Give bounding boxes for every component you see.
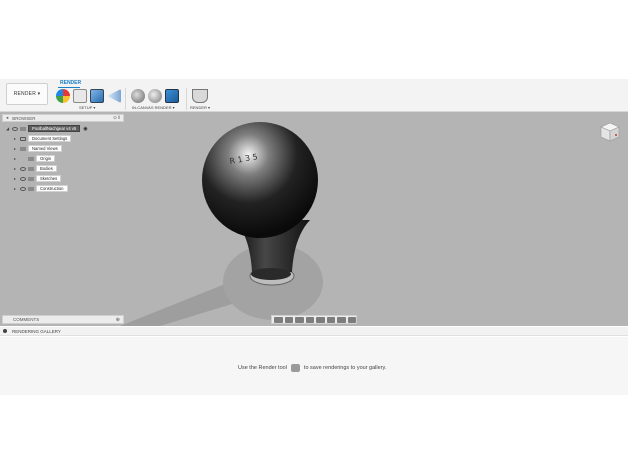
expand-icon[interactable]: ▸	[14, 156, 20, 161]
navigation-bar	[271, 315, 357, 324]
tree-item-origin[interactable]: ▸ Origin	[14, 155, 56, 162]
render-teapot-icon	[290, 364, 300, 372]
visibility-eye-icon[interactable]	[20, 176, 26, 181]
group-divider	[186, 88, 187, 110]
gallery-message-text: Use the Render tool	[238, 365, 287, 371]
tree-item-sketches[interactable]: ▸ Sketches	[14, 175, 62, 182]
viewport-canvas[interactable]: R 1 3 5 ◂ BROWSER ⊙ ‖ ◢ PoolballNachgear…	[0, 112, 628, 326]
folder-icon	[28, 186, 34, 191]
folder-icon	[28, 156, 34, 161]
rendering-gallery-header[interactable]: RENDERING GALLERY	[0, 327, 628, 336]
visibility-eye-icon[interactable]	[20, 186, 26, 191]
tree-root-row[interactable]: ◢ PoolballNachgear v4 v5 ◉	[6, 125, 88, 132]
tree-item-label: Construction	[36, 185, 68, 192]
viewports-icon[interactable]	[347, 316, 356, 323]
setup-group-label[interactable]: SETUP ▾	[79, 105, 95, 110]
pan-hand-icon[interactable]	[295, 316, 304, 323]
grid-settings-icon[interactable]	[337, 316, 346, 323]
toolbar-ribbon: RENDER ▾ RENDER SETUP ▾ IN-CANVAS RENDER…	[0, 79, 628, 112]
group-divider	[125, 88, 126, 110]
tree-item-bodies[interactable]: ▸ Bodies	[14, 165, 57, 172]
collapse-icon[interactable]: ◂	[6, 115, 8, 121]
render-group-label[interactable]: RENDER ▾	[190, 105, 210, 110]
tree-item-label: Sketches	[36, 175, 62, 182]
add-comment-icon[interactable]: ⊕	[116, 317, 120, 323]
in-canvas-render-group-label[interactable]: IN-CANVAS RENDER ▾	[132, 105, 175, 110]
capture-image-icon[interactable]	[165, 89, 179, 103]
component-icon	[20, 126, 26, 131]
zoom-window-icon[interactable]	[316, 316, 325, 323]
folder-icon	[20, 146, 26, 151]
in-canvas-render-icon[interactable]	[131, 89, 145, 103]
tree-item-document-settings[interactable]: ▸ Document Settings	[14, 135, 72, 142]
orbit-icon[interactable]	[274, 316, 283, 323]
settings-gear-icon	[20, 136, 26, 141]
tree-item-construction[interactable]: ▸ Construction	[14, 185, 68, 192]
tree-item-label: Document Settings	[28, 135, 72, 142]
gallery-title: RENDERING GALLERY	[12, 328, 61, 334]
activate-radio-icon[interactable]: ◉	[83, 126, 87, 132]
zoom-icon[interactable]	[305, 316, 314, 323]
visibility-eye-icon[interactable]	[20, 166, 26, 171]
render-teapot-icon[interactable]	[192, 89, 208, 103]
tree-root-label[interactable]: PoolballNachgear v4 v5	[28, 125, 81, 132]
viewcube-icon[interactable]	[600, 122, 620, 142]
comments-title: COMMENTS	[13, 317, 40, 322]
workspace-switcher-button[interactable]: RENDER ▾	[6, 83, 48, 105]
browser-options-icon[interactable]: ⊙ ‖	[113, 115, 120, 121]
gallery-message-text: to save renderings to your gallery.	[303, 365, 387, 371]
browser-panel-header[interactable]: ◂ BROWSER ⊙ ‖	[2, 114, 124, 122]
visibility-eye-icon[interactable]	[12, 126, 18, 131]
tree-item-named-views[interactable]: ▸ Named Views	[14, 145, 62, 152]
gallery-empty-message: Use the Render tool to save renderings t…	[238, 364, 386, 372]
tree-item-label: Named Views	[28, 145, 62, 152]
folder-icon	[28, 166, 34, 171]
comments-panel-header[interactable]: COMMENTS ⊕	[2, 315, 124, 324]
collapse-dot-icon[interactable]	[3, 329, 7, 333]
rendering-gallery-panel: Use the Render tool to save renderings t…	[0, 337, 628, 395]
model-render: R 1 3 5	[120, 122, 323, 326]
active-tab-indicator	[58, 87, 80, 88]
render-settings-icon[interactable]	[148, 89, 162, 103]
tree-item-label: Origin	[36, 155, 56, 162]
folder-icon	[28, 176, 34, 181]
tree-item-label: Bodies	[36, 165, 57, 172]
display-settings-icon[interactable]	[326, 316, 335, 323]
appearance-icon[interactable]	[56, 89, 70, 103]
texture-map-icon[interactable]	[107, 89, 121, 103]
look-at-icon[interactable]	[284, 316, 293, 323]
scene-settings-icon[interactable]	[90, 89, 104, 103]
tab-render[interactable]: RENDER	[60, 80, 81, 86]
physical-material-icon[interactable]	[73, 89, 87, 103]
browser-title: BROWSER	[12, 115, 36, 121]
